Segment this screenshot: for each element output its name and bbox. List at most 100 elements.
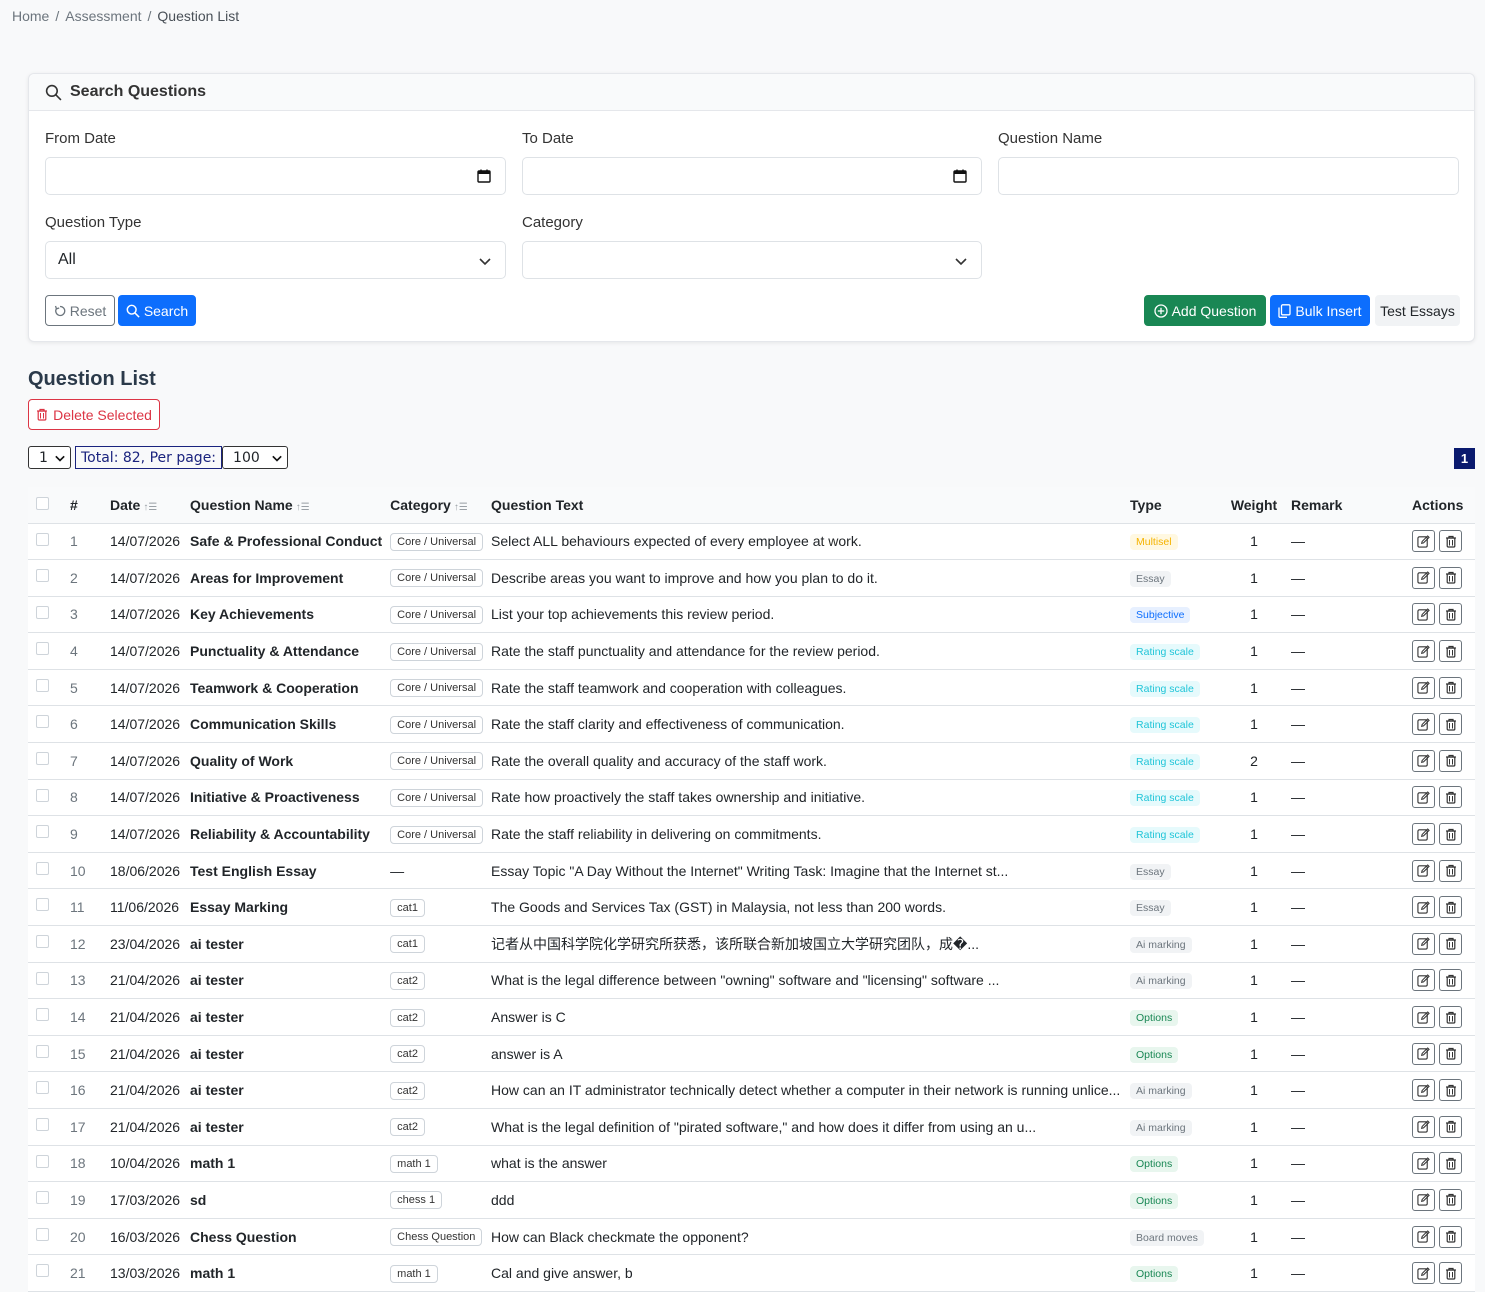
row-checkbox[interactable] bbox=[36, 788, 49, 802]
row-checkbox[interactable] bbox=[36, 752, 49, 766]
add-question-button[interactable]: Add Question bbox=[1144, 295, 1266, 326]
edit-button[interactable] bbox=[1412, 1042, 1436, 1065]
edit-button[interactable] bbox=[1412, 530, 1436, 553]
table-row: 14 21/04/2026 ai tester cat2 Answer is C… bbox=[28, 998, 1475, 1036]
edit-button[interactable] bbox=[1412, 823, 1436, 846]
bulk-insert-button[interactable]: Bulk Insert bbox=[1270, 295, 1370, 326]
row-question-text: What is the legal difference between "ow… bbox=[487, 962, 1127, 1000]
edit-button[interactable] bbox=[1412, 566, 1436, 589]
category-select[interactable] bbox=[522, 241, 982, 279]
edit-button[interactable] bbox=[1412, 1188, 1436, 1211]
table-row: 6 14/07/2026 Communication Skills Core /… bbox=[28, 705, 1475, 744]
col-category[interactable]: Category ↑☰ bbox=[386, 487, 488, 524]
delete-button[interactable] bbox=[1439, 823, 1463, 846]
calendar-icon[interactable] bbox=[477, 169, 491, 183]
row-checkbox[interactable] bbox=[36, 825, 49, 839]
search-button[interactable]: Search bbox=[118, 295, 196, 326]
edit-button[interactable] bbox=[1412, 786, 1436, 809]
table-row: 3 14/07/2026 Key Achievements Core / Uni… bbox=[28, 596, 1475, 634]
delete-button[interactable] bbox=[1439, 676, 1463, 699]
row-question-name: Safe & Professional Conduct bbox=[186, 523, 387, 561]
row-checkbox[interactable] bbox=[36, 642, 49, 656]
trash-icon bbox=[1445, 1120, 1457, 1133]
breadcrumb-home[interactable]: Home bbox=[12, 8, 49, 24]
edit-button[interactable] bbox=[1412, 676, 1436, 699]
edit-button[interactable] bbox=[1412, 932, 1436, 955]
per-page-select[interactable]: 100 bbox=[222, 446, 289, 469]
col-date[interactable]: Date ↑☰ bbox=[106, 487, 186, 524]
row-checkbox[interactable] bbox=[36, 861, 49, 875]
edit-button[interactable] bbox=[1412, 969, 1436, 992]
row-checkbox-cell bbox=[28, 705, 60, 744]
breadcrumb-assessment[interactable]: Assessment bbox=[65, 8, 141, 24]
question-name-input[interactable] bbox=[998, 157, 1459, 195]
col-weight: Weight bbox=[1221, 487, 1288, 524]
row-checkbox[interactable] bbox=[36, 935, 49, 949]
delete-button[interactable] bbox=[1439, 640, 1463, 663]
from-date-input[interactable] bbox=[45, 157, 506, 195]
select-all-checkbox[interactable] bbox=[36, 496, 49, 510]
calendar-icon[interactable] bbox=[953, 169, 967, 183]
row-checkbox[interactable] bbox=[36, 715, 49, 729]
edit-button[interactable] bbox=[1412, 1262, 1436, 1285]
row-question-text: ddd bbox=[487, 1181, 1127, 1219]
edit-button[interactable] bbox=[1412, 603, 1436, 626]
row-checkbox[interactable] bbox=[36, 1227, 49, 1241]
sort-icon[interactable]: ↑☰ bbox=[296, 502, 310, 513]
sort-icon[interactable]: ↑☰ bbox=[143, 502, 157, 513]
row-checkbox[interactable] bbox=[36, 1008, 49, 1022]
delete-button[interactable] bbox=[1439, 1188, 1463, 1211]
delete-button[interactable] bbox=[1439, 530, 1463, 553]
delete-button[interactable] bbox=[1439, 713, 1463, 736]
row-category-cell: cat2 bbox=[386, 998, 488, 1036]
delete-button[interactable] bbox=[1439, 896, 1463, 919]
row-category-cell: cat2 bbox=[386, 1035, 488, 1073]
row-checkbox[interactable] bbox=[36, 898, 49, 912]
category-badge: Core / Universal bbox=[390, 752, 484, 771]
edit-button[interactable] bbox=[1412, 749, 1436, 772]
edit-button[interactable] bbox=[1412, 1079, 1436, 1102]
edit-button[interactable] bbox=[1412, 1152, 1436, 1175]
delete-button[interactable] bbox=[1439, 1152, 1463, 1175]
delete-button[interactable] bbox=[1439, 1079, 1463, 1102]
delete-button[interactable] bbox=[1439, 566, 1463, 589]
row-checkbox[interactable] bbox=[36, 1191, 49, 1205]
edit-button[interactable] bbox=[1412, 859, 1436, 882]
edit-button[interactable] bbox=[1412, 640, 1436, 663]
row-checkbox[interactable] bbox=[36, 1154, 49, 1168]
row-checkbox[interactable] bbox=[36, 1118, 49, 1131]
row-checkbox[interactable] bbox=[36, 569, 49, 583]
row-checkbox[interactable] bbox=[36, 532, 49, 546]
sort-icon[interactable]: ↑☰ bbox=[454, 502, 468, 513]
delete-button[interactable] bbox=[1439, 1115, 1463, 1138]
edit-button[interactable] bbox=[1412, 1006, 1436, 1029]
edit-button[interactable] bbox=[1412, 1225, 1436, 1248]
test-essays-button[interactable]: Test Essays bbox=[1375, 295, 1460, 326]
row-checkbox[interactable] bbox=[36, 1044, 49, 1058]
row-checkbox[interactable] bbox=[36, 1264, 49, 1278]
delete-selected-button[interactable]: Delete Selected bbox=[28, 399, 160, 430]
delete-button[interactable] bbox=[1439, 1042, 1463, 1065]
edit-button[interactable] bbox=[1412, 713, 1436, 736]
delete-button[interactable] bbox=[1439, 1225, 1463, 1248]
row-checkbox[interactable] bbox=[36, 605, 49, 619]
edit-button[interactable] bbox=[1412, 1115, 1436, 1138]
delete-button[interactable] bbox=[1439, 1262, 1463, 1285]
row-checkbox[interactable] bbox=[36, 971, 49, 985]
delete-button[interactable] bbox=[1439, 969, 1463, 992]
delete-button[interactable] bbox=[1439, 603, 1463, 626]
page-number-button[interactable]: 1 bbox=[1454, 448, 1475, 469]
reset-button[interactable]: Reset bbox=[45, 295, 115, 326]
delete-button[interactable] bbox=[1439, 786, 1463, 809]
edit-button[interactable] bbox=[1412, 896, 1436, 919]
row-checkbox[interactable] bbox=[36, 678, 49, 692]
row-checkbox[interactable] bbox=[36, 1081, 49, 1095]
page-select[interactable]: 1 bbox=[28, 446, 71, 469]
delete-button[interactable] bbox=[1439, 932, 1463, 955]
col-question-name[interactable]: Question Name ↑☰ bbox=[186, 487, 387, 524]
delete-button[interactable] bbox=[1439, 749, 1463, 772]
delete-button[interactable] bbox=[1439, 859, 1463, 882]
delete-button[interactable] bbox=[1439, 1006, 1463, 1029]
question-type-select[interactable]: All bbox=[45, 241, 506, 279]
to-date-input[interactable] bbox=[522, 157, 982, 195]
